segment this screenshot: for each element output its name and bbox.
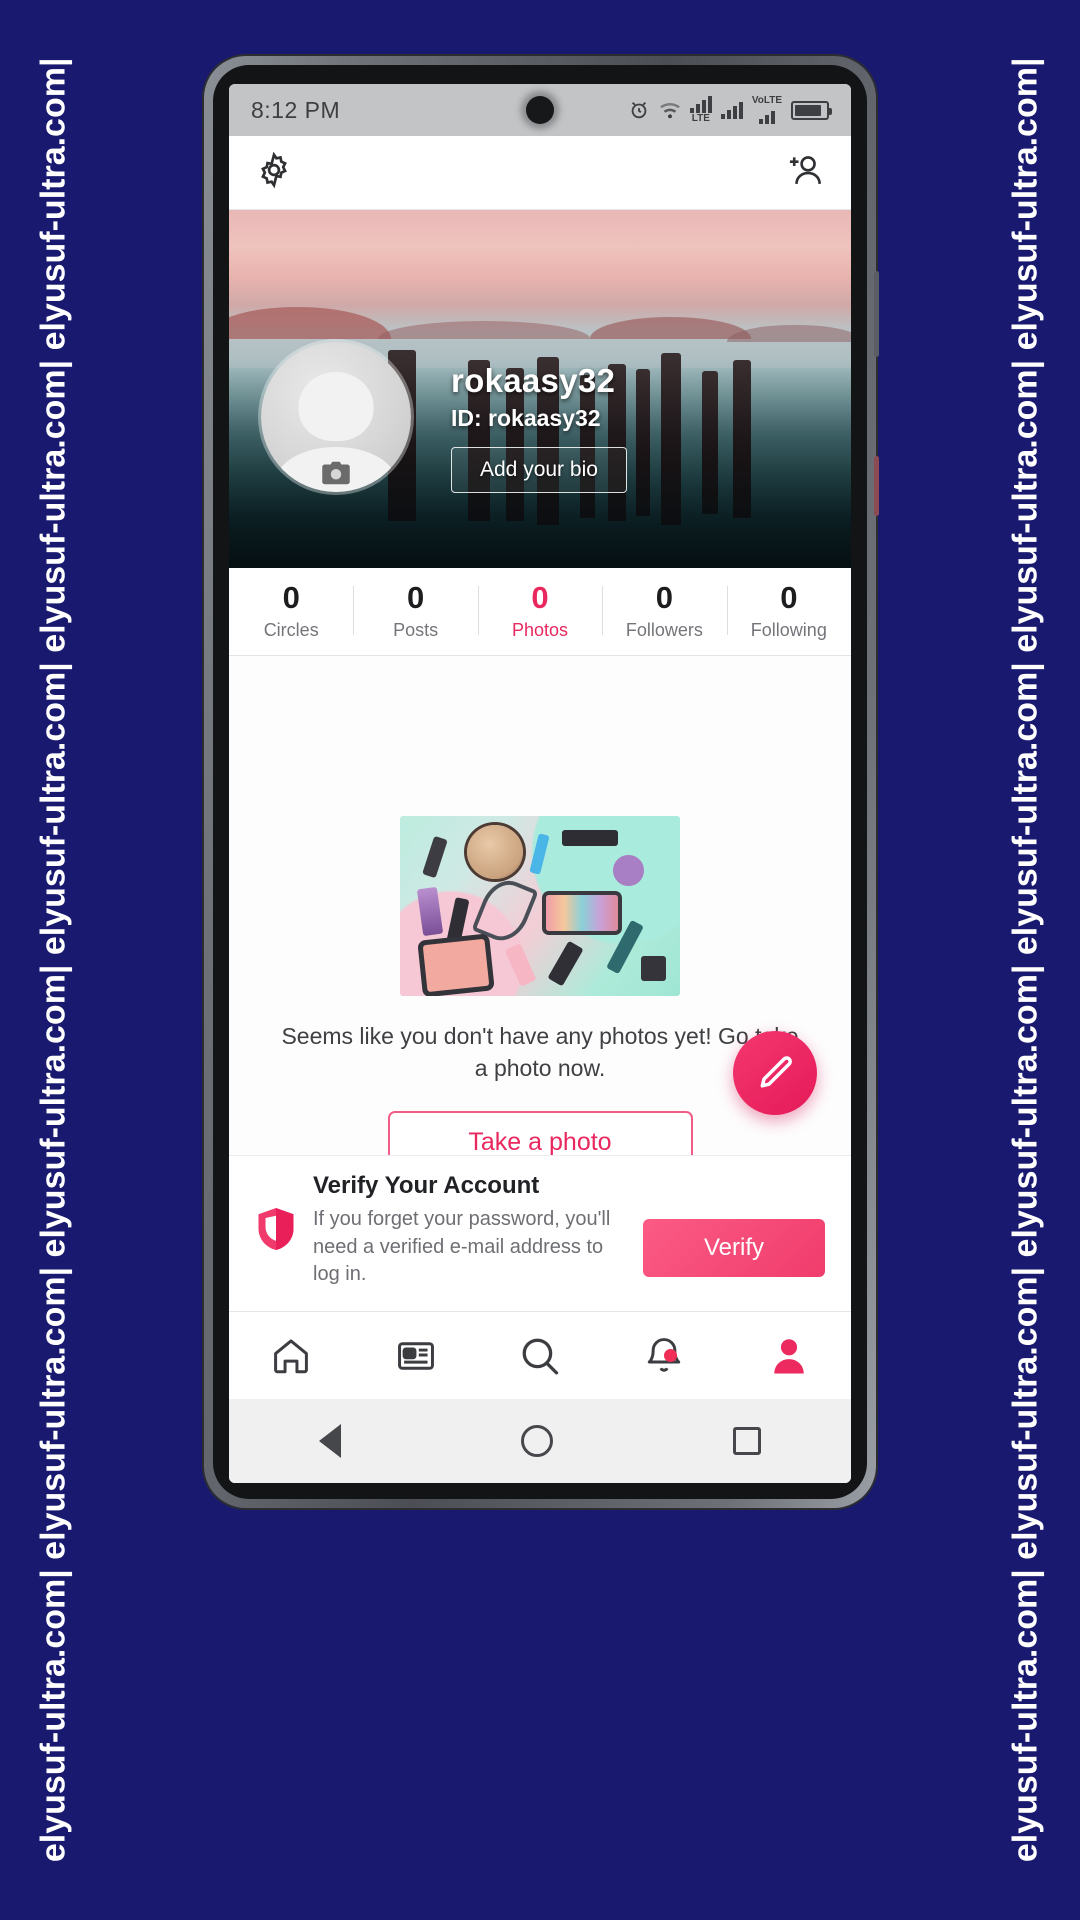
stat-value: 0: [406, 580, 425, 615]
pencil-icon: [760, 1056, 792, 1088]
empty-state: Seems like you don't have any photos yet…: [229, 815, 851, 1174]
bottom-navigation: [229, 1311, 851, 1399]
home-circle-icon: [521, 1425, 553, 1457]
nav-item-profile[interactable]: [727, 1335, 851, 1377]
shield-icon: [258, 1208, 294, 1251]
verify-button[interactable]: Verify: [643, 1218, 825, 1277]
battery-icon: [791, 100, 832, 120]
status-bar: 8:12 PM LTE VoLTE: [229, 84, 851, 136]
makeup-lipstick: [416, 886, 443, 936]
stat-followers[interactable]: 0 Followers: [602, 580, 726, 641]
verify-row: If you forget your password, you'll need…: [255, 1206, 825, 1289]
stat-label: Photos: [511, 619, 569, 640]
profile-stats: 0 Circles 0 Posts 0 Photos 0 Followers 0…: [229, 568, 851, 656]
stat-value: 0: [780, 580, 798, 615]
nav-item-news[interactable]: [353, 1335, 477, 1377]
watermark-left-text: elyusuf-ultra.com| elyusuf-ultra.com| el…: [34, 57, 73, 1863]
volume-button[interactable]: [874, 271, 879, 357]
nav-item-search[interactable]: [478, 1334, 602, 1378]
profile-id: ID: rokaasy32: [451, 405, 601, 431]
makeup-tube: [547, 940, 584, 987]
recents-square-icon: [733, 1427, 761, 1455]
app-bar: [229, 136, 851, 210]
makeup-cap: [640, 956, 666, 982]
stat-posts[interactable]: 0 Posts: [353, 580, 477, 641]
makeup-palette: [562, 830, 619, 847]
makeup-eyeshadow-palette: [545, 894, 619, 931]
volte-icon: VoLTE: [752, 96, 782, 124]
stat-label: Circles: [263, 619, 319, 640]
stat-photos[interactable]: 0 Photos: [477, 580, 602, 641]
watermark-right: elyusuf-ultra.com| elyusuf-ultra.com| el…: [972, 0, 1080, 1920]
stat-label: Followers: [625, 619, 703, 640]
verify-account-card: Verify Your Account If you forget your p…: [229, 1155, 851, 1311]
signal-bars-icon: [720, 101, 743, 119]
camera-icon: [322, 461, 350, 485]
android-navigation-bar: [229, 1399, 851, 1483]
android-recents-button[interactable]: [733, 1427, 761, 1455]
watermark-right-text: elyusuf-ultra.com| elyusuf-ultra.com| el…: [1006, 57, 1045, 1863]
avatar-image: [261, 342, 411, 492]
watermark-left: elyusuf-ultra.com| elyusuf-ultra.com| el…: [0, 0, 108, 1920]
stat-value: 0: [282, 580, 300, 615]
profile-username: rokaasy32: [451, 362, 616, 399]
nav-item-notifications[interactable]: [602, 1335, 726, 1377]
makeup-flatlay-image: [400, 815, 680, 996]
add-bio-button[interactable]: Add your bio: [451, 447, 627, 493]
wifi-icon: [659, 103, 680, 119]
stat-label: Posts: [393, 619, 439, 640]
lte-signal-icon: LTE: [689, 96, 712, 124]
compose-fab-button[interactable]: [733, 1031, 817, 1115]
makeup-scissors: [471, 873, 539, 949]
avatar-head-shape: [298, 372, 374, 441]
makeup-eyeliner: [529, 832, 551, 874]
makeup-sponge: [612, 855, 644, 886]
back-icon: [319, 1424, 341, 1458]
stat-value: 0: [531, 580, 549, 615]
makeup-compact: [467, 824, 524, 879]
profile-icon: [774, 1338, 804, 1373]
status-time: 8:12 PM: [251, 96, 341, 123]
verify-title: Verify Your Account: [313, 1172, 540, 1200]
content-area: Seems like you don't have any photos yet…: [229, 655, 851, 1311]
news-icon: [397, 1341, 434, 1370]
alarm-icon: [631, 101, 647, 119]
notification-badge: [663, 1348, 677, 1362]
gear-icon: [261, 151, 287, 189]
stat-circles[interactable]: 0 Circles: [229, 580, 353, 641]
makeup-powder: [422, 938, 490, 992]
home-icon: [274, 1338, 309, 1373]
stat-label: Following: [750, 619, 827, 640]
phone-screen: 8:12 PM LTE VoLTE rokaasy32 ID: rokaasy3…: [229, 84, 851, 1483]
makeup-brush: [422, 836, 448, 879]
android-home-button[interactable]: [521, 1425, 553, 1457]
profile-cover[interactable]: rokaasy32 ID: rokaasy32 Add your bio: [229, 210, 851, 568]
status-icons: LTE VoLTE: [628, 96, 832, 124]
add-friend-button[interactable]: [785, 150, 825, 195]
stat-value: 0: [655, 580, 674, 615]
search-icon: [522, 1338, 559, 1375]
stat-following[interactable]: 0 Following: [726, 580, 851, 641]
android-back-button[interactable]: [319, 1424, 341, 1458]
power-button[interactable]: [874, 456, 879, 516]
add-person-icon: [789, 156, 821, 184]
avatar[interactable]: [261, 342, 411, 492]
verify-description: If you forget your password, you'll need…: [313, 1208, 611, 1286]
makeup-gloss: [504, 943, 537, 987]
settings-button[interactable]: [255, 151, 293, 194]
camera-notch-icon: [526, 96, 554, 124]
phone-mockup: 8:12 PM LTE VoLTE rokaasy32 ID: rokaasy3…: [204, 56, 879, 1508]
nav-item-home[interactable]: [229, 1335, 353, 1377]
profile-identity: rokaasy32 ID: rokaasy32 Add your bio: [451, 362, 627, 493]
empty-state-message: Seems like you don't have any photos yet…: [281, 1022, 799, 1082]
